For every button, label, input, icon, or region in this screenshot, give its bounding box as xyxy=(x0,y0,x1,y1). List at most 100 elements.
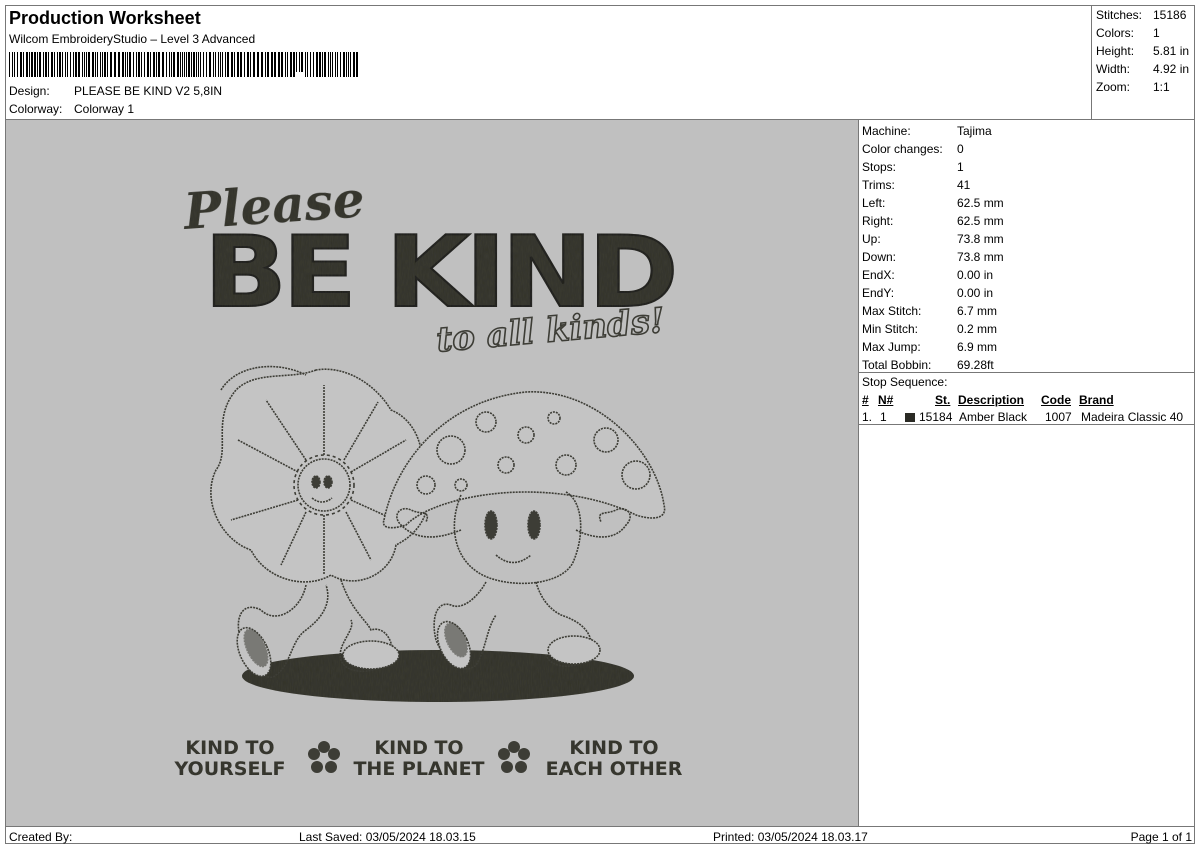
page-number: Page 1 of 1 xyxy=(1130,830,1192,844)
barcode-bar xyxy=(144,52,145,77)
svg-text:YOURSELF: YOURSELF xyxy=(173,758,285,780)
machine-info-label: Max Jump: xyxy=(862,340,921,354)
barcode-bar xyxy=(227,52,229,77)
worksheet-header: Production Worksheet Wilcom EmbroiderySt… xyxy=(6,6,1091,119)
barcode-bar xyxy=(43,52,44,77)
svg-text:KIND TO: KIND TO xyxy=(185,737,274,759)
barcode-bar xyxy=(299,52,300,72)
barcode-bar xyxy=(267,52,269,77)
machine-info-value: 6.9 mm xyxy=(957,340,998,354)
barcode-bar xyxy=(274,52,276,77)
machine-info-row: Min Stitch: 0.2 mm xyxy=(862,322,997,336)
machine-info-label: Down: xyxy=(862,250,897,264)
barcode-bar xyxy=(92,52,94,77)
barcode-bar xyxy=(104,52,106,77)
machine-info-value: 69.28ft xyxy=(957,358,994,372)
machine-info-value: 0.00 in xyxy=(957,268,994,282)
barcode-bar xyxy=(9,52,10,77)
col-header-n: N# xyxy=(878,393,894,407)
colorway-label: Colorway: xyxy=(9,102,63,116)
zoom-stat: Zoom: 1:1 xyxy=(1096,80,1170,94)
barcode-bar xyxy=(169,52,170,77)
barcode-bar xyxy=(244,52,245,77)
barcode-bar xyxy=(136,52,137,77)
height-stat: Height: 5.81 in xyxy=(1096,44,1190,58)
barcode-bar xyxy=(296,52,297,72)
barcode-bar xyxy=(188,52,190,77)
stop-row-n: 1 xyxy=(880,410,887,424)
machine-info-value: 0 xyxy=(957,142,964,156)
design-preview: Please BE KIND to all kinds! KIND TO YOU… xyxy=(6,119,859,826)
svg-text:THE PLANET: THE PLANET xyxy=(353,758,484,780)
barcode-bar xyxy=(213,52,214,77)
barcode-bar xyxy=(141,52,142,77)
barcode-bar xyxy=(330,52,331,77)
barcode-bar xyxy=(356,52,358,77)
barcode-bar xyxy=(171,52,172,77)
barcode-bar xyxy=(290,52,292,77)
machine-info-row: Stops: 1 xyxy=(862,160,964,174)
barcode-bar xyxy=(193,52,195,77)
machine-info-value: 62.5 mm xyxy=(957,196,1004,210)
barcode-bar xyxy=(231,52,233,77)
caption-kind-to-each-other: KIND TO EACH OTHER xyxy=(546,737,683,780)
barcode-bar xyxy=(177,52,179,77)
colorway-row: Colorway: Colorway 1 xyxy=(9,102,134,116)
machine-info-label: EndY: xyxy=(862,286,895,300)
page-title: Production Worksheet xyxy=(9,8,201,28)
barcode-bar xyxy=(173,52,175,77)
design-name: PLEASE BE KIND V2 5,8IN xyxy=(74,84,223,98)
machine-info-panel: Machine: Tajima Color changes: 0 Stops: 1 Trim… xyxy=(859,119,1195,826)
barcode-bar xyxy=(346,52,347,77)
barcode-icon xyxy=(9,52,358,77)
machine-info-label: Stops: xyxy=(862,160,897,174)
machine-info-row: Left: 62.5 mm xyxy=(862,196,1004,210)
barcode-bar xyxy=(23,52,24,77)
barcode-bar xyxy=(114,52,116,77)
barcode-bar xyxy=(257,52,259,77)
barcode-bar xyxy=(180,52,181,77)
barcode-bar xyxy=(285,52,286,77)
barcode-bar xyxy=(37,52,38,77)
barcode-bar xyxy=(186,52,187,77)
barcode-bar xyxy=(122,52,124,77)
barcode-bar xyxy=(70,52,71,77)
barcode-bar xyxy=(209,52,211,77)
barcode-bar xyxy=(316,52,318,77)
barcode-bar xyxy=(158,52,160,77)
barcode-bar xyxy=(86,52,87,77)
barcode-bar xyxy=(337,52,338,77)
machine-info-value: 73.8 mm xyxy=(957,232,1004,246)
barcode-bar xyxy=(271,52,273,77)
machine-info-value: 1 xyxy=(957,160,964,174)
barcode-bar xyxy=(12,52,13,77)
machine-info-label: Min Stitch: xyxy=(862,322,919,336)
barcode-bar xyxy=(182,52,183,77)
barcode-bar xyxy=(95,52,96,77)
machine-info-label: Machine: xyxy=(862,124,911,138)
barcode-bar xyxy=(301,52,303,72)
software-name: Wilcom EmbroideryStudio – Level 3 Advanc… xyxy=(9,32,256,46)
worksheet-footer: Created By: Last Saved: 03/05/2024 18.03… xyxy=(6,826,1195,844)
barcode-bar xyxy=(222,52,223,77)
printed-date: Printed: 03/05/2024 18.03.17 xyxy=(713,830,868,844)
barcode-bar xyxy=(54,52,55,77)
barcode-bar xyxy=(322,52,323,77)
barcode-bar xyxy=(156,52,157,77)
barcode-bar xyxy=(293,52,295,77)
barcode-bar xyxy=(57,52,58,77)
machine-info-label: EndX: xyxy=(862,268,895,282)
barcode-bar xyxy=(102,52,103,77)
barcode-bar xyxy=(196,52,197,77)
barcode-bar xyxy=(335,52,336,77)
barcode-bar xyxy=(253,52,255,77)
embroidery-design: Please BE KIND to all kinds! KIND TO YOU… xyxy=(173,169,683,780)
barcode-bar xyxy=(73,52,74,77)
col-header-st: St. xyxy=(935,393,951,407)
barcode-bar xyxy=(51,52,53,77)
machine-info-row: Right: 62.5 mm xyxy=(862,214,1004,228)
col-header-brand: Brand xyxy=(1079,393,1114,407)
colorway-name: Colorway 1 xyxy=(74,102,135,116)
machine-info-label: Trims: xyxy=(862,178,895,192)
barcode-bar xyxy=(138,52,140,77)
